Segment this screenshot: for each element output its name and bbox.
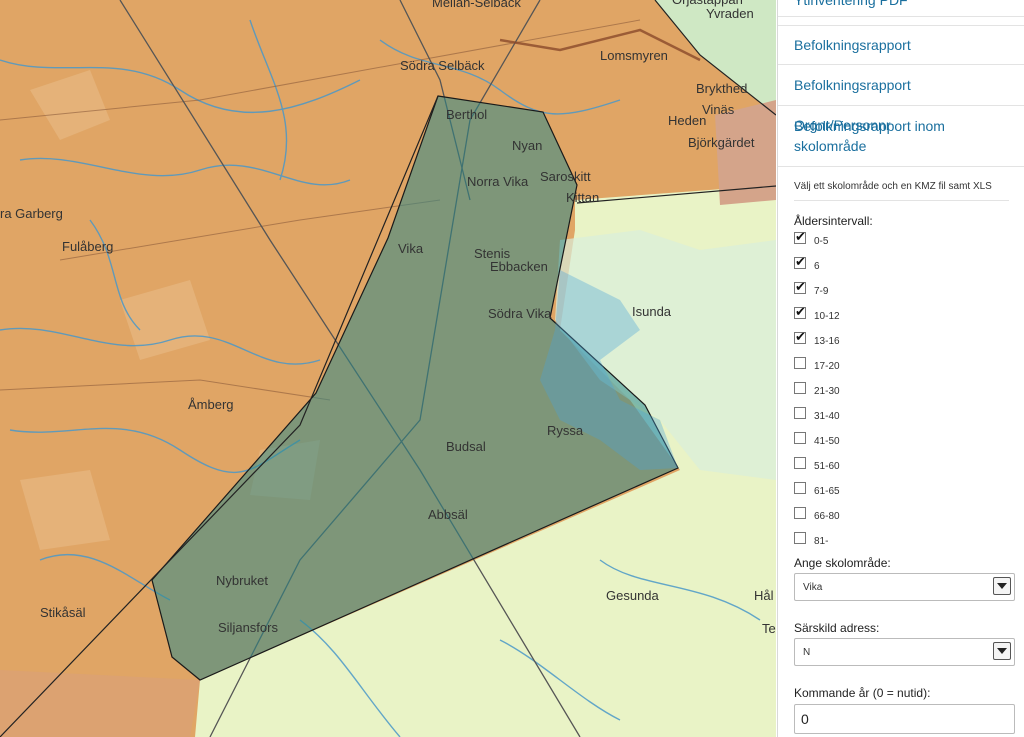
age-option[interactable]: 6	[794, 254, 1009, 282]
age-checkbox[interactable]	[794, 482, 806, 494]
link-befolkningsrapport[interactable]: Befolkningsrapport	[778, 25, 1024, 65]
map-view[interactable]: Mellan-SelbäckOrjastappanYvradenLomsmyre…	[0, 0, 776, 737]
map-label: Kittan	[566, 190, 599, 205]
age-option-label: 51-60	[814, 461, 840, 472]
age-option-label: 6	[814, 261, 820, 272]
age-option-label: 10-12	[814, 311, 840, 322]
map-label: Siljansfors	[218, 620, 278, 635]
map-label: Heden	[668, 113, 706, 128]
map-label: Yvraden	[706, 6, 754, 21]
age-option-label: 31-40	[814, 411, 840, 422]
map-label: Stikåsäl	[40, 605, 86, 620]
age-option[interactable]: 61-65	[794, 482, 1009, 507]
map-label: Abbsäl	[428, 507, 468, 522]
link-befolkningsrapport-skolomrade[interactable]: Befolkningsrapport inom skolområde	[778, 106, 1024, 167]
side-panel: Ytinventering PDF Befolkningsrapport Bef…	[777, 0, 1024, 737]
age-option[interactable]: 81-	[794, 532, 1009, 557]
age-checkbox[interactable]	[794, 357, 806, 369]
age-checkbox[interactable]	[794, 254, 806, 270]
map-label: Hål	[754, 588, 774, 603]
age-checkbox[interactable]	[794, 407, 806, 419]
year-input[interactable]: 0	[794, 704, 1015, 734]
link-ytinventering-pdf[interactable]: Ytinventering PDF	[778, 0, 1024, 17]
map-label: Lomsmyren	[600, 48, 668, 63]
age-checkbox[interactable]	[794, 432, 806, 444]
age-option[interactable]: 21-30	[794, 382, 1009, 407]
map-label: Åmberg	[188, 397, 234, 412]
divider	[794, 200, 1009, 201]
age-option-label: 41-50	[814, 436, 840, 447]
map-label: Norra Vika	[467, 174, 529, 189]
age-checkbox[interactable]	[794, 382, 806, 394]
age-option-label: 7-9	[814, 286, 829, 297]
map-label: Södra Vika	[488, 306, 552, 321]
map-label: Te	[762, 621, 776, 636]
age-option-label: 66-80	[814, 511, 840, 522]
age-option-label: 17-20	[814, 361, 840, 372]
age-checkbox[interactable]	[794, 229, 806, 245]
age-option[interactable]: 7-9	[794, 279, 1009, 307]
age-option[interactable]: 13-16	[794, 329, 1009, 357]
age-option[interactable]: 0-5	[794, 229, 1009, 257]
age-option-label: 21-30	[814, 386, 840, 397]
age-checkbox-list: 0-5 6 7-9 10-12 13-16 17-20 21-30 31-40 41-50 51-…	[778, 229, 1024, 557]
school-area-label: Ange skolområde:	[794, 556, 891, 570]
map-label: Ebbacken	[490, 259, 548, 274]
sw-patch	[0, 670, 200, 737]
age-interval-label: Åldersintervall:	[794, 214, 873, 228]
link-befolkningsrapport-orgnr[interactable]: Befolkningsrapport Orgnr/Personnr	[778, 65, 1024, 133]
map-label: Ryssa	[547, 423, 584, 438]
age-option-label: 81-	[814, 536, 829, 547]
map-label: Saroskitt	[540, 169, 591, 184]
map-label: Vika	[398, 241, 424, 256]
chevron-down-icon[interactable]	[993, 642, 1011, 660]
map-canvas[interactable]: Mellan-SelbäckOrjastappanYvradenLomsmyre…	[0, 0, 776, 737]
age-option-label: 61-65	[814, 486, 840, 497]
age-option-label: 13-16	[814, 336, 840, 347]
map-label: Mellan-Selbäck	[432, 0, 521, 10]
age-checkbox[interactable]	[794, 304, 806, 320]
map-label: Vinäs	[702, 102, 735, 117]
map-label: Fulåberg	[62, 239, 113, 254]
map-label: Björkgärdet	[688, 135, 755, 150]
age-checkbox[interactable]	[794, 532, 806, 544]
age-option[interactable]: 31-40	[794, 407, 1009, 432]
age-checkbox[interactable]	[794, 279, 806, 295]
map-label: Gesunda	[606, 588, 660, 603]
map-label: ra Garberg	[0, 206, 63, 221]
map-label: Isunda	[632, 304, 672, 319]
chevron-down-icon[interactable]	[993, 577, 1011, 595]
age-option[interactable]: 66-80	[794, 507, 1009, 532]
map-label: Budsal	[446, 439, 486, 454]
address-label: Särskild adress:	[794, 621, 880, 635]
map-label: Nybruket	[216, 573, 268, 588]
school-area-value: Vika	[803, 582, 823, 593]
address-value: N	[803, 647, 811, 658]
map-label: Nyan	[512, 138, 542, 153]
age-checkbox[interactable]	[794, 507, 806, 519]
year-label: Kommande år (0 = nutid):	[794, 686, 931, 700]
school-area-select[interactable]: Vika	[794, 573, 1015, 601]
address-select[interactable]: N	[794, 638, 1015, 666]
age-option-label: 0-5	[814, 236, 829, 247]
map-label: Södra Selbäck	[400, 58, 485, 73]
age-checkbox[interactable]	[794, 457, 806, 469]
map-label: Brykthed	[696, 81, 747, 96]
help-text: Välj ett skolområde och en KMZ fil samt …	[794, 181, 992, 192]
age-checkbox[interactable]	[794, 329, 806, 345]
age-option[interactable]: 17-20	[794, 357, 1009, 382]
age-option[interactable]: 41-50	[794, 432, 1009, 457]
map-label: Berthol	[446, 107, 487, 122]
age-option[interactable]: 10-12	[794, 304, 1009, 332]
age-option[interactable]: 51-60	[794, 457, 1009, 482]
